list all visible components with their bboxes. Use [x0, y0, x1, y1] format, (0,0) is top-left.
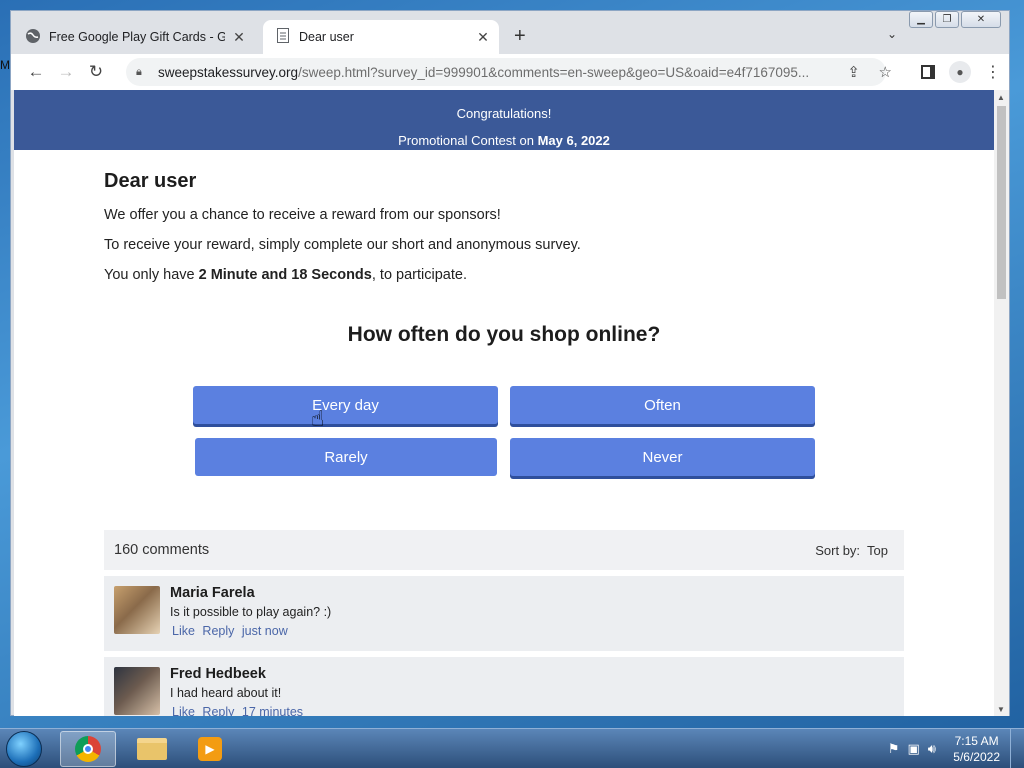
show-desktop-button[interactable]: [1010, 729, 1024, 768]
scrollbar[interactable]: ▲ ▼: [994, 90, 1009, 716]
answer-every-day-button[interactable]: Every day: [193, 386, 498, 424]
timer-prefix: You only have: [104, 267, 199, 283]
comment-actions: Like Reply 17 minutes: [172, 705, 307, 716]
new-tab-icon[interactable]: +: [514, 25, 526, 48]
hand-cursor-icon: ☝: [311, 406, 325, 431]
tab-dear-user[interactable]: Dear user ✕: [263, 20, 499, 54]
like-link[interactable]: Like: [172, 705, 195, 716]
comment-time: just now: [241, 624, 288, 638]
close-icon[interactable]: ✕: [475, 29, 491, 46]
comment-time: 17 minutes: [241, 705, 304, 716]
folder-icon: [137, 738, 167, 760]
scroll-up-icon[interactable]: ▲: [997, 93, 1005, 102]
timer-value: 2 Minute and 18 Seconds: [198, 267, 372, 283]
browser-toolbar: ← → ↻ 🔒︎ sweepstakessurvey.org/sweep.htm…: [11, 54, 1009, 90]
page-viewport: Congratulations! Promotional Contest on …: [14, 90, 994, 716]
timer-suffix: , to participate.: [371, 267, 467, 283]
taskbar: ▶ ⚑ ▣ 🔊︎ 7:15 AM 5/6/2022: [0, 728, 1024, 768]
chevron-down-icon[interactable]: ⌄: [887, 27, 897, 41]
profile-icon[interactable]: ●: [949, 61, 971, 83]
reply-link[interactable]: Reply: [202, 705, 234, 716]
lock-icon[interactable]: 🔒︎: [136, 66, 148, 79]
comment-actions: Like Reply just now: [172, 624, 292, 638]
avatar: [114, 667, 160, 715]
taskbar-explorer[interactable]: [124, 731, 180, 767]
sort-label: Sort by:: [815, 542, 861, 558]
back-icon[interactable]: ←: [21, 62, 51, 82]
clock-date: 5/6/2022: [953, 750, 1000, 764]
comment-item: Maria Farela Is it possible to play agai…: [104, 576, 904, 651]
comment-text: I had heard about it!: [170, 686, 282, 700]
answer-often-button[interactable]: Often: [510, 386, 815, 424]
taskbar-media-player[interactable]: ▶: [182, 731, 238, 767]
side-panel-icon[interactable]: [921, 65, 935, 79]
scroll-thumb[interactable]: [997, 106, 1006, 299]
comment-text: Is it possible to play again? :): [170, 605, 332, 619]
close-window-icon[interactable]: ✕: [961, 11, 1001, 28]
chrome-icon: [75, 736, 101, 762]
browser-window: Free Google Play Gift Cards - Gift ✕ Dea…: [10, 10, 1010, 716]
start-button[interactable]: [6, 731, 42, 767]
page-title: Dear user: [104, 170, 197, 192]
forward-icon[interactable]: →: [51, 62, 81, 82]
page-content: Dear user We offer you a chance to recei…: [104, 150, 904, 716]
like-link[interactable]: Like: [172, 624, 195, 638]
url-path: /sweep.html?survey_id=999901&comments=en…: [298, 64, 810, 80]
reply-link[interactable]: Reply: [202, 624, 234, 638]
comment-count: 160 comments: [114, 542, 210, 558]
share-icon[interactable]: ⇪: [847, 63, 860, 81]
minimize-icon[interactable]: ▁: [909, 11, 933, 28]
page-icon: [277, 28, 289, 46]
scroll-down-icon[interactable]: ▼: [997, 705, 1005, 714]
menu-icon[interactable]: ⋮: [985, 62, 1001, 82]
comment-author[interactable]: Fred Hedbeek: [170, 666, 266, 682]
tab-title: Free Google Play Gift Cards - Gift: [49, 30, 225, 44]
system-tray: ⚑ ▣ 🔊︎: [888, 741, 936, 757]
answer-never-button[interactable]: Never: [510, 438, 815, 476]
banner-subtitle-text: Promotional Contest on: [398, 133, 538, 148]
star-icon[interactable]: ☆: [879, 63, 892, 81]
answer-rarely-button[interactable]: Rarely: [195, 438, 497, 476]
clock[interactable]: 7:15 AM 5/6/2022: [953, 733, 1000, 765]
congrats-banner: Congratulations! Promotional Contest on …: [14, 90, 994, 150]
tab-gift-cards[interactable]: Free Google Play Gift Cards - Gift ✕: [25, 20, 261, 54]
desktop-icon-label: M: [0, 58, 10, 72]
globe-icon: [25, 28, 41, 47]
flag-icon[interactable]: ⚑: [888, 741, 900, 757]
network-icon[interactable]: ▣: [908, 741, 920, 757]
intro-text: We offer you a chance to receive a rewar…: [104, 207, 501, 223]
media-player-icon: ▶: [198, 737, 222, 761]
window-controls: ▁ ❐ ✕: [909, 11, 1001, 28]
address-bar[interactable]: 🔒︎ sweepstakessurvey.org/sweep.html?surv…: [126, 58, 892, 86]
banner-title: Congratulations!: [456, 106, 552, 121]
sort-value[interactable]: Top: [867, 543, 888, 558]
comment-author[interactable]: Maria Farela: [170, 585, 255, 601]
comment-item: Fred Hedbeek I had heard about it! Like …: [104, 657, 904, 716]
survey-question: How often do you shop online?: [347, 323, 661, 346]
banner-date: May 6, 2022: [537, 133, 610, 148]
tab-title: Dear user: [299, 30, 354, 44]
taskbar-chrome[interactable]: [60, 731, 116, 767]
close-icon[interactable]: ✕: [231, 29, 247, 46]
avatar: [114, 586, 160, 634]
instructions-text: To receive your reward, simply complete …: [104, 237, 581, 253]
sort-control[interactable]: Sort by: Top: [815, 543, 888, 558]
reload-icon[interactable]: ↻: [81, 62, 111, 82]
comments-section: 160 comments Sort by: Top Maria Farela I…: [104, 530, 904, 716]
clock-time: 7:15 AM: [954, 734, 999, 748]
url-domain: sweepstakessurvey.org: [158, 64, 299, 80]
comments-header: 160 comments Sort by: Top: [104, 530, 904, 570]
timer-text: You only have 2 Minute and 18 Seconds, t…: [104, 267, 904, 283]
volume-icon[interactable]: 🔊︎: [928, 741, 936, 757]
tab-strip: Free Google Play Gift Cards - Gift ✕ Dea…: [11, 11, 1009, 54]
restore-icon[interactable]: ❐: [935, 11, 959, 28]
